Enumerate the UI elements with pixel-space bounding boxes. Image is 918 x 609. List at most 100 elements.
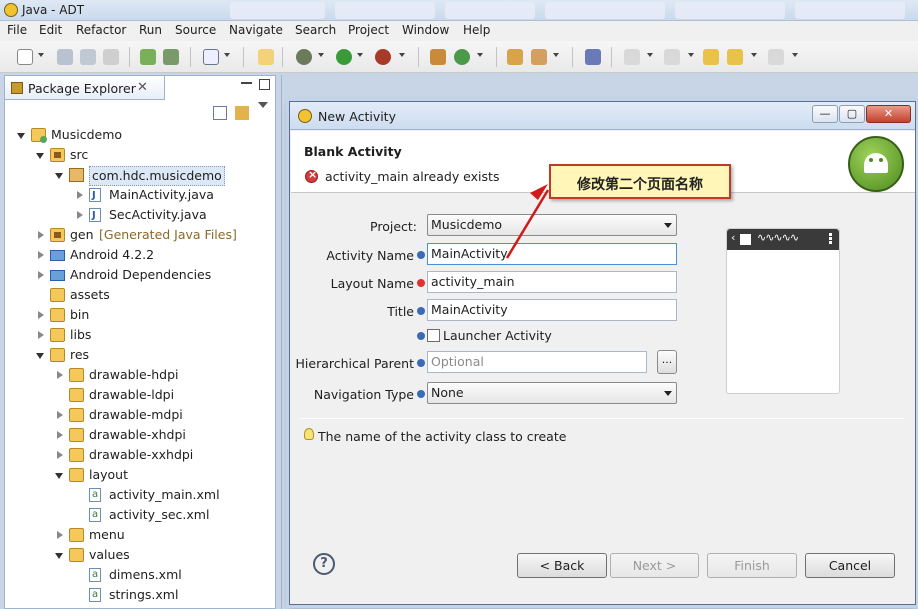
chevron-down-icon[interactable] — [318, 53, 324, 57]
chevron-down-icon[interactable] — [751, 53, 757, 57]
tree-item[interactable]: drawable-hdpi — [55, 366, 260, 384]
tree-item[interactable]: dimens.xml — [75, 566, 260, 584]
chevron-down-icon[interactable] — [38, 53, 44, 57]
tree-item[interactable]: MainActivity.java — [75, 186, 260, 205]
tree-item[interactable]: Android Dependencies — [36, 266, 260, 284]
collapsed-chevron-icon[interactable] — [38, 251, 44, 259]
activity-name-input[interactable]: MainActivity — [427, 243, 677, 265]
minimize-icon[interactable] — [241, 82, 252, 84]
tree-item[interactable]: menu — [55, 526, 260, 544]
launcher-activity-checkbox[interactable] — [427, 329, 440, 342]
expanded-chevron-icon[interactable] — [55, 553, 63, 559]
view-menu-chevron-down-icon[interactable] — [258, 102, 268, 108]
chevron-down-icon[interactable] — [224, 53, 230, 57]
new-class-icon[interactable] — [454, 49, 470, 65]
tree-item[interactable]: values — [55, 546, 260, 564]
collapsed-chevron-icon[interactable] — [77, 211, 83, 219]
tree-item[interactable]: bin — [36, 306, 260, 324]
debug-icon[interactable] — [296, 49, 312, 65]
minimize-button[interactable]: — — [812, 105, 838, 123]
tree-item[interactable]: activity_main.xml — [75, 486, 260, 504]
new-icon[interactable] — [17, 49, 33, 65]
collapse-all-icon[interactable] — [213, 106, 227, 120]
menu-source[interactable]: Source — [175, 23, 216, 37]
pin-icon[interactable] — [585, 49, 601, 65]
collapsed-chevron-icon[interactable] — [77, 191, 83, 199]
help-button[interactable]: ? — [313, 553, 335, 575]
cancel-button[interactable]: Cancel — [805, 553, 895, 578]
chevron-down-icon[interactable] — [399, 53, 405, 57]
collapsed-chevron-icon[interactable] — [38, 311, 44, 319]
forward-arrow-icon[interactable] — [768, 49, 784, 65]
tree-item[interactable]: SecActivity.java — [75, 206, 260, 225]
chevron-down-icon[interactable] — [647, 53, 653, 57]
tree-item[interactable]: Musicdemo — [17, 126, 260, 144]
collapsed-chevron-icon[interactable] — [57, 371, 63, 379]
menu-refactor[interactable]: Refactor — [76, 23, 126, 37]
expanded-chevron-icon[interactable] — [55, 173, 63, 179]
tree-item[interactable]: drawable-xxhdpi — [55, 446, 260, 464]
maximize-button[interactable]: ▢ — [839, 105, 865, 123]
collapsed-chevron-icon[interactable] — [38, 331, 44, 339]
collapsed-chevron-icon[interactable] — [57, 451, 63, 459]
expanded-chevron-icon[interactable] — [17, 133, 25, 139]
expanded-chevron-icon[interactable] — [36, 353, 44, 359]
open-type-icon[interactable] — [507, 49, 523, 65]
link-with-editor-icon[interactable] — [235, 106, 249, 120]
menu-edit[interactable]: Edit — [39, 23, 62, 37]
android-sdk-manager-icon[interactable] — [140, 49, 156, 65]
title-input[interactable]: MainActivity — [427, 299, 677, 321]
collapsed-chevron-icon[interactable] — [38, 231, 44, 239]
browse-button[interactable]: ... — [657, 350, 677, 374]
collapsed-chevron-icon[interactable] — [57, 531, 63, 539]
tree-item[interactable]: gen [Generated Java Files] — [36, 226, 260, 244]
tree-item[interactable]: src — [36, 146, 260, 164]
close-icon[interactable]: ✕ — [137, 80, 148, 95]
search-file-icon[interactable] — [258, 49, 274, 65]
tree-item[interactable]: strings.xml — [75, 586, 260, 604]
next-annotation-icon[interactable] — [624, 49, 640, 65]
tree-item[interactable]: res — [36, 346, 260, 364]
tree-item[interactable]: layout — [55, 466, 260, 484]
next-button[interactable]: Next > — [610, 553, 699, 578]
package-explorer-tab[interactable]: Package Explorer ✕ — [5, 76, 165, 100]
back-arrow-icon[interactable] — [727, 49, 743, 65]
menu-window[interactable]: Window — [402, 23, 449, 37]
back-button[interactable]: < Back — [517, 553, 607, 578]
collapsed-chevron-icon[interactable] — [57, 431, 63, 439]
save-all-icon[interactable] — [80, 49, 96, 65]
project-select[interactable]: Musicdemo — [427, 214, 677, 236]
tree-item[interactable]: libs — [36, 326, 260, 344]
new-package-icon[interactable] — [430, 49, 446, 65]
menu-help[interactable]: Help — [463, 23, 490, 37]
previous-annotation-icon[interactable] — [664, 49, 680, 65]
expanded-chevron-icon[interactable] — [36, 153, 44, 159]
tree-item[interactable]: assets — [36, 286, 260, 304]
collapsed-chevron-icon[interactable] — [38, 271, 44, 279]
menu-file[interactable]: File — [7, 23, 27, 37]
chevron-down-icon[interactable] — [553, 53, 559, 57]
hierarchical-parent-input[interactable]: Optional — [427, 351, 647, 373]
close-button[interactable]: ✕ — [866, 105, 911, 123]
open-task-icon[interactable] — [531, 49, 547, 65]
menu-navigate[interactable]: Navigate — [229, 23, 283, 37]
save-icon[interactable] — [57, 49, 73, 65]
maximize-icon[interactable] — [259, 79, 270, 90]
external-tools-icon[interactable] — [375, 49, 391, 65]
tree-item[interactable]: activity_sec.xml — [75, 506, 260, 524]
layout-name-input[interactable]: activity_main — [427, 271, 677, 293]
chevron-down-icon[interactable] — [477, 53, 483, 57]
chevron-down-icon[interactable] — [357, 53, 363, 57]
tree-item[interactable]: drawable-xhdpi — [55, 426, 260, 444]
last-edit-icon[interactable] — [703, 49, 719, 65]
menu-search[interactable]: Search — [295, 23, 336, 37]
tree-item[interactable]: drawable-mdpi — [55, 406, 260, 424]
tree-item[interactable]: drawable-ldpi — [55, 386, 260, 404]
tree-item[interactable]: Android 4.2.2 — [36, 246, 260, 264]
print-icon[interactable] — [103, 49, 119, 65]
task-icon[interactable] — [203, 49, 219, 65]
tree-item[interactable]: com.hdc.musicdemo — [55, 166, 260, 186]
finish-button[interactable]: Finish — [707, 553, 797, 578]
chevron-down-icon[interactable] — [792, 53, 798, 57]
chevron-down-icon[interactable] — [688, 53, 694, 57]
